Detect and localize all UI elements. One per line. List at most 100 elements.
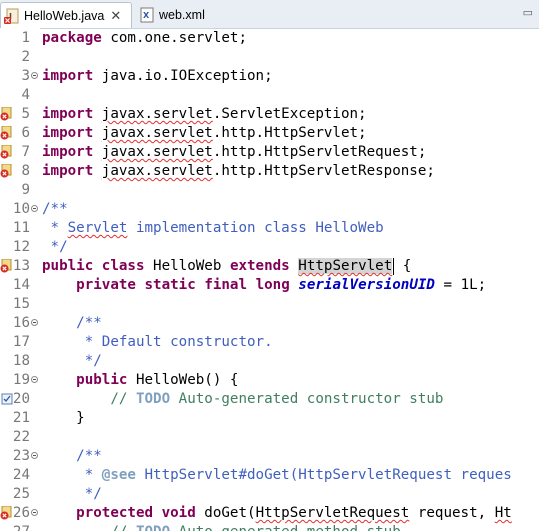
line-number: 14 <box>12 277 30 293</box>
line-number: 7 <box>21 144 30 160</box>
fold-toggle-icon[interactable] <box>31 509 38 516</box>
code-line[interactable]: 8 import javax.servlet.http.HttpServletRe… <box>0 162 539 181</box>
code-token: final <box>204 277 248 293</box>
code-line[interactable]: 10 /** <box>0 200 539 219</box>
code-line[interactable]: 22 <box>0 428 539 447</box>
code-text: */ <box>42 485 102 504</box>
code-line[interactable]: 4 <box>0 86 539 105</box>
code-token: // <box>42 524 136 531</box>
code-text: public HelloWeb() { <box>42 371 238 390</box>
code-token: } <box>42 410 85 426</box>
java-file-error-icon: J <box>4 8 20 24</box>
code-token: { <box>394 258 412 274</box>
line-number: 2 <box>21 49 30 65</box>
code-line[interactable]: 5 import javax.servlet.ServletException; <box>0 105 539 124</box>
code-line[interactable]: 3 import java.io.IOException; <box>0 67 539 86</box>
code-line[interactable]: 11 * Servlet implementation class HelloW… <box>0 219 539 238</box>
code-line[interactable]: 17 * Default constructor. <box>0 333 539 352</box>
tab-helloweb-java[interactable]: J HelloWeb.java ✕ <box>0 2 132 28</box>
fold-toggle-icon[interactable] <box>31 452 38 459</box>
code-line[interactable]: 9 <box>0 181 539 200</box>
code-token: import <box>42 106 94 122</box>
code-line[interactable]: 16 /** <box>0 314 539 333</box>
code-text: */ <box>42 352 102 371</box>
tab-label: web.xml <box>159 8 205 22</box>
code-line[interactable]: 7 import javax.servlet.http.HttpServletRe… <box>0 143 539 162</box>
line-number: 22 <box>12 429 30 445</box>
line-number: 18 <box>12 353 30 369</box>
code-token: */ <box>42 353 102 369</box>
code-line[interactable]: 18 */ <box>0 352 539 371</box>
code-line[interactable]: 12 */ <box>0 238 539 257</box>
code-line[interactable]: 26 protected void doGet(HttpServletReque… <box>0 504 539 523</box>
code-line[interactable]: 6 import javax.servlet.http.HttpServlet; <box>0 124 539 143</box>
code-text: /** <box>42 447 102 466</box>
code-token: TODO <box>136 524 170 531</box>
fold-toggle-icon[interactable] <box>31 319 38 326</box>
tab-label: HelloWeb.java <box>24 8 105 23</box>
code-token: Servlet <box>67 220 128 236</box>
code-text: import javax.servlet.ServletException; <box>42 105 367 124</box>
code-line[interactable]: 27 // TODO Auto-generated method stub <box>0 523 539 531</box>
code-token: /** <box>42 201 68 217</box>
code-token: import <box>42 125 94 141</box>
code-token: private <box>76 277 136 293</box>
code-token: HttpServlet#doGet(HttpServletRequest req… <box>135 467 512 483</box>
code-token: implementation class HelloWeb <box>127 220 384 236</box>
tab-web-xml[interactable]: X web.xml <box>136 2 246 28</box>
code-line[interactable]: 20 // TODO Auto-generated constructor st… <box>0 390 539 409</box>
code-line[interactable]: 13 public class HelloWeb extends HttpServ… <box>0 257 539 276</box>
code-text: import javax.servlet.http.HttpServletRes… <box>42 162 435 181</box>
code-line[interactable]: 15 <box>0 295 539 314</box>
line-number: 23 <box>12 448 30 464</box>
code-line[interactable]: 19 public HelloWeb() { <box>0 371 539 390</box>
code-line[interactable]: 25 */ <box>0 485 539 504</box>
code-line[interactable]: 2 <box>0 48 539 67</box>
code-token: @see <box>101 467 136 483</box>
code-token: public <box>42 258 94 274</box>
code-editor[interactable]: 1 package com.one.servlet; 2 3 import java.i… <box>0 28 539 531</box>
code-text: } <box>42 409 85 428</box>
code-token: = 1L; <box>434 277 487 293</box>
code-token: import <box>42 163 94 179</box>
code-line[interactable]: 23 /** <box>0 447 539 466</box>
maximize-icon[interactable]: ▭ <box>523 6 533 19</box>
code-token: doGet( <box>195 505 256 521</box>
code-token: protected <box>76 505 154 521</box>
line-number: 5 <box>21 106 30 122</box>
line-number: 27 <box>0 523 30 531</box>
code-token: */ <box>42 239 68 255</box>
line-number: 26 <box>12 505 30 521</box>
code-line[interactable]: 14 private static final long serialVersi… <box>0 276 539 295</box>
code-token: static <box>144 277 196 293</box>
code-token: import <box>42 144 94 160</box>
code-line[interactable]: 24 * @see HttpServlet#doGet(HttpServletR… <box>0 466 539 485</box>
fold-toggle-icon[interactable] <box>31 72 38 79</box>
code-text: * Default constructor. <box>42 333 273 352</box>
code-token: Auto-generated method stub <box>170 524 401 531</box>
code-text: /** <box>42 200 68 219</box>
line-number: 4 <box>21 87 30 103</box>
code-token: // <box>42 391 136 407</box>
code-token: /** <box>76 315 102 331</box>
code-text: protected void doGet(HttpServletRequest … <box>42 504 512 523</box>
code-text: * @see HttpServlet#doGet(HttpServletRequ… <box>42 466 512 485</box>
code-token: long <box>255 277 290 293</box>
code-token: extends <box>229 258 290 274</box>
code-line[interactable]: 21 } <box>0 409 539 428</box>
code-token: HttpServlet <box>298 258 393 274</box>
code-line[interactable]: 1 package com.one.servlet; <box>0 29 539 48</box>
line-number: 17 <box>12 334 30 350</box>
line-number: 10 <box>12 201 30 217</box>
fold-toggle-icon[interactable] <box>31 376 38 383</box>
close-icon[interactable]: ✕ <box>110 8 121 24</box>
code-token: * <box>42 220 68 236</box>
line-number: 9 <box>21 182 30 198</box>
fold-toggle-icon[interactable] <box>31 205 38 212</box>
